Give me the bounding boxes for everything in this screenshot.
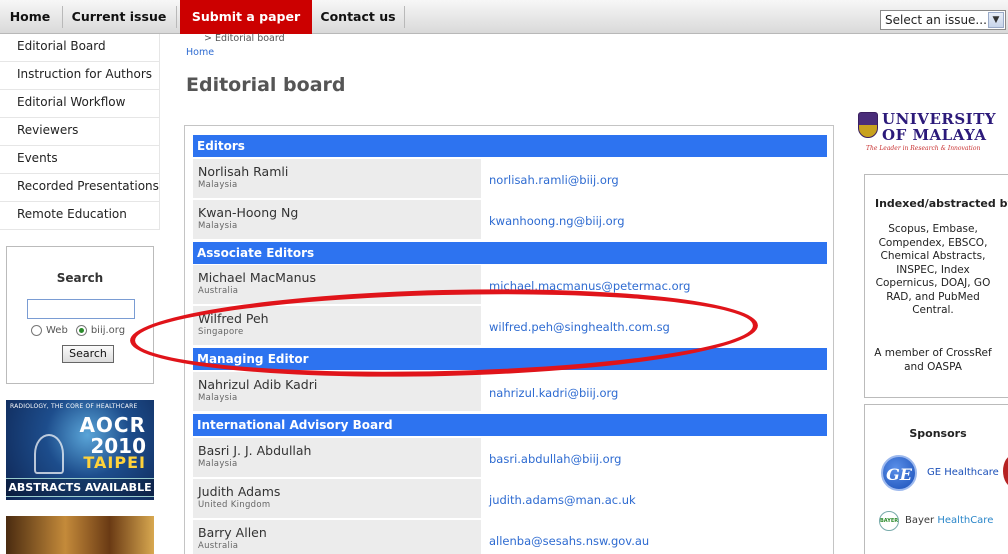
sidebar-item-reviewers[interactable]: Reviewers	[0, 118, 160, 146]
university-shield-icon	[858, 112, 878, 138]
nav-divider	[62, 6, 63, 28]
sidebar-item-editorial-workflow[interactable]: Editorial Workflow	[0, 90, 160, 118]
member-email-link[interactable]: wilfred.peh@singhealth.com.sg	[489, 320, 670, 334]
bayer-healthcare-link[interactable]: Bayer HealthCare	[905, 515, 993, 526]
banner-city: TAIPEI	[83, 453, 146, 472]
radio-site[interactable]	[75, 325, 87, 336]
member-country: United Kingdom	[198, 500, 271, 510]
sidebar-item-events[interactable]: Events	[0, 146, 160, 174]
nav-home-link[interactable]: Home	[0, 0, 60, 34]
member-name: Basri J. J. Abdullah	[198, 443, 312, 458]
member-name: Wilfred Peh	[198, 311, 269, 326]
member-country: Singapore	[198, 327, 244, 337]
member-cell: Barry Allen Australia	[193, 520, 481, 554]
section-header-international-advisory-board: International Advisory Board	[193, 414, 827, 436]
indexed-panel: Indexed/abstracted by Scopus, Embase, Co…	[864, 174, 1008, 398]
nav-submit-paper-button[interactable]: Submit a paper	[180, 0, 312, 34]
chevron-down-icon[interactable]: ▼	[988, 12, 1004, 28]
indexed-list: Scopus, Embase, Compendex, EBSCO, Chemic…	[875, 223, 991, 316]
table-row: Wilfred Peh Singapore wilfred.peh@singhe…	[193, 306, 827, 346]
sponsor-logo-partial[interactable]	[1003, 455, 1008, 487]
table-row: Barry Allen Australia allenba@sesahs.nsw…	[193, 520, 827, 554]
breadcrumb-home-link[interactable]: Home	[186, 47, 214, 58]
nav-contact-link[interactable]: Contact us	[312, 0, 404, 34]
aocr-banner[interactable]: RADIOLOGY, THE CORE OF HEALTHCARE AOCR 2…	[6, 400, 154, 500]
sidebar-item-remote-education[interactable]: Remote Education	[0, 202, 160, 230]
radio-site-label: biij.org	[90, 325, 126, 336]
member-email-link[interactable]: judith.adams@man.ac.uk	[489, 493, 636, 507]
sponsors-title: Sponsors	[909, 427, 967, 440]
issue-select[interactable]: Select an issue... ▼	[880, 10, 1006, 30]
sidebar-item-recorded-presentations[interactable]: Recorded Presentations	[0, 174, 160, 202]
page-title: Editorial board	[186, 74, 346, 96]
member-country: Australia	[198, 286, 239, 296]
sidebar-item-instruction-for-authors[interactable]: Instruction for Authors	[0, 62, 160, 90]
indexed-title: Indexed/abstracted by	[875, 197, 1008, 210]
membership-text: A member of CrossRef and OASPA	[874, 347, 992, 373]
member-name: Norlisah Ramli	[198, 164, 289, 179]
member-cell: Nahrizul Adib Kadri Malaysia	[193, 372, 481, 411]
search-panel: Search Web biij.org Search	[6, 246, 154, 384]
member-cell: Michael MacManus Australia	[193, 265, 481, 304]
bayer-cross-icon[interactable]: BAYER	[879, 511, 899, 531]
member-name: Barry Allen	[198, 525, 267, 540]
table-row: Kwan-Hoong Ng Malaysia kwanhoong.ng@biij…	[193, 200, 827, 240]
ge-logo-icon[interactable]: GE	[881, 455, 917, 491]
second-banner-image[interactable]	[6, 516, 154, 554]
radio-web-label: Web	[46, 325, 68, 336]
table-row: Michael MacManus Australia michael.macma…	[193, 265, 827, 305]
member-email-link[interactable]: michael.macmanus@petermac.org	[489, 279, 690, 293]
member-email-link[interactable]: kwanhoong.ng@biij.org	[489, 214, 625, 228]
member-name: Kwan-Hoong Ng	[198, 205, 299, 220]
banner-footer: ABSTRACTS AVAILABLE	[6, 478, 154, 497]
table-row: Norlisah Ramli Malaysia norlisah.ramli@b…	[193, 159, 827, 199]
person-silhouette-icon	[34, 434, 64, 474]
member-cell: Basri J. J. Abdullah Malaysia	[193, 438, 481, 477]
member-country: Malaysia	[198, 459, 238, 469]
nav-divider	[176, 6, 177, 28]
member-email-link[interactable]: basri.abdullah@biij.org	[489, 452, 621, 466]
section-header-associate-editors: Associate Editors	[193, 242, 827, 264]
bayer-suffix: HealthCare	[937, 515, 994, 526]
banner-tagline: RADIOLOGY, THE CORE OF HEALTHCARE	[10, 403, 138, 410]
member-name: Nahrizul Adib Kadri	[198, 377, 318, 392]
editorial-board-table: Editors Norlisah Ramli Malaysia norlisah…	[184, 125, 834, 554]
search-button[interactable]: Search	[62, 345, 114, 363]
bayer-name: Bayer	[905, 515, 935, 526]
member-email-link[interactable]: norlisah.ramli@biij.org	[489, 173, 619, 187]
university-tagline: The Leader in Research & Innovation	[866, 145, 981, 152]
member-email-link[interactable]: nahrizul.kadri@biij.org	[489, 386, 618, 400]
table-row: Nahrizul Adib Kadri Malaysia nahrizul.ka…	[193, 372, 827, 412]
member-country: Malaysia	[198, 221, 238, 231]
member-country: Malaysia	[198, 180, 238, 190]
sponsors-panel: Sponsors GE GE Healthcare BAYER Bayer He…	[864, 404, 1008, 554]
university-name-line2: OF MALAYA	[882, 126, 987, 144]
member-cell: Kwan-Hoong Ng Malaysia	[193, 200, 481, 239]
search-input[interactable]	[27, 299, 135, 319]
section-header-editors: Editors	[193, 135, 827, 157]
breadcrumb: > Editorial board	[204, 33, 285, 44]
member-cell: Wilfred Peh Singapore	[193, 306, 481, 345]
nav-divider	[404, 6, 405, 28]
search-title: Search	[56, 271, 104, 285]
table-row: Judith Adams United Kingdom judith.adams…	[193, 479, 827, 519]
search-scope-options: Web biij.org	[31, 325, 125, 336]
member-country: Australia	[198, 541, 239, 551]
table-row: Basri J. J. Abdullah Malaysia basri.abdu…	[193, 438, 827, 478]
top-nav-bar: Home Current issue Submit a paper Contac…	[0, 0, 1008, 34]
sidebar-menu: Editorial Board Instruction for Authors …	[0, 34, 160, 230]
member-name: Michael MacManus	[198, 270, 316, 285]
sidebar-item-editorial-board[interactable]: Editorial Board	[0, 34, 160, 62]
member-country: Malaysia	[198, 393, 238, 403]
nav-current-issue-link[interactable]: Current issue	[64, 0, 174, 34]
member-cell: Judith Adams United Kingdom	[193, 479, 481, 518]
section-header-managing-editor: Managing Editor	[193, 348, 827, 370]
ge-healthcare-link[interactable]: GE Healthcare	[927, 467, 999, 478]
member-cell: Norlisah Ramli Malaysia	[193, 159, 481, 198]
member-name: Judith Adams	[198, 484, 281, 499]
issue-select-value: Select an issue...	[885, 13, 987, 27]
member-email-link[interactable]: allenba@sesahs.nsw.gov.au	[489, 534, 649, 548]
radio-web[interactable]	[31, 325, 42, 336]
